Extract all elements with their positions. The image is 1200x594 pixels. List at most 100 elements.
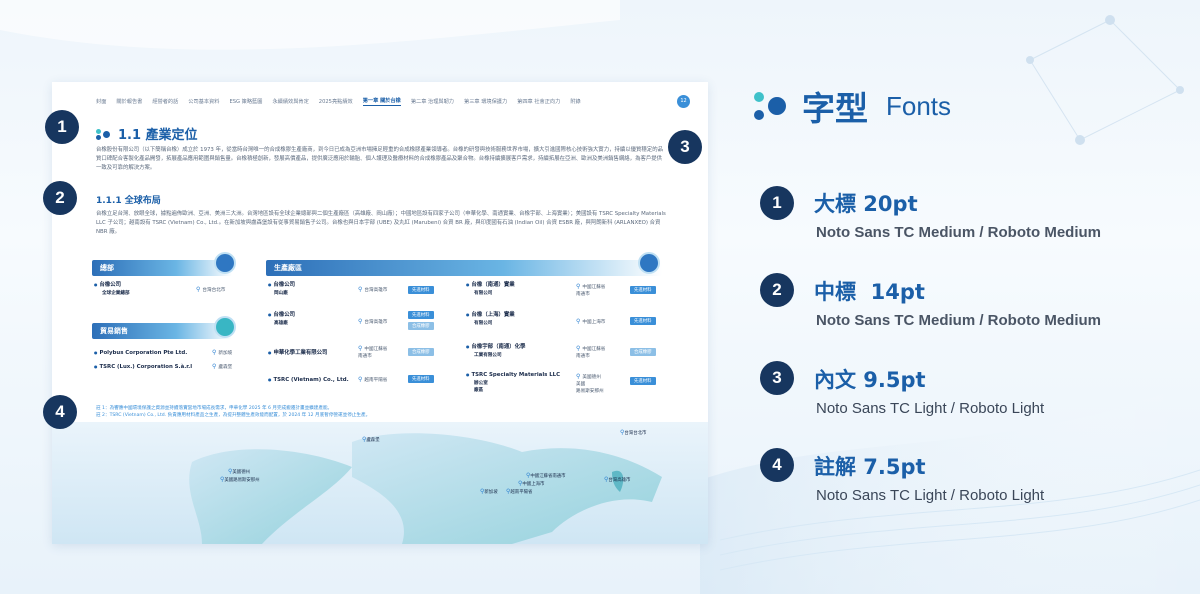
tag-badge: 先進材料 xyxy=(408,311,434,319)
pin-icon: ⚲ xyxy=(576,345,581,352)
nav-item[interactable]: 永續績效與肯定 xyxy=(272,98,308,105)
section-dots-icon xyxy=(96,128,112,140)
plant-location-text: 台灣高雄市 xyxy=(364,320,388,325)
brand-dots-icon xyxy=(754,90,790,122)
plant-location-text: 中國江蘇省 南通市 xyxy=(358,347,388,359)
plant-name-sub: 岡山廠 xyxy=(274,291,288,296)
tag-badge: 合成橡膠 xyxy=(630,348,656,356)
plant-name-sub: 有限公司 xyxy=(474,321,493,326)
heading-english: Fonts xyxy=(886,90,952,121)
plant-location: ⚲ 台灣高雄市 xyxy=(358,318,387,326)
tag-badge: 先進材料 xyxy=(630,286,656,294)
plant-location: ⚲ 中國上海市 xyxy=(576,318,605,326)
pin-icon: ⚲ xyxy=(576,318,581,325)
plant-location-text: 中國江蘇省 南通市 xyxy=(576,285,606,297)
marker-2: 2 xyxy=(43,181,77,215)
tag-badge: 合成橡膠 xyxy=(408,348,434,356)
pin-icon: ⚲ xyxy=(212,363,217,370)
tag-badge: 合成橡膠 xyxy=(408,322,434,330)
world-map xyxy=(52,422,708,544)
plant-location-text: 台灣高雄市 xyxy=(364,288,388,293)
marker-3: 3 xyxy=(668,130,702,164)
plant-name-sub: 有限公司 xyxy=(474,291,493,296)
tag-badge: 先進材料 xyxy=(630,317,656,325)
plant-name: 台橡公司 xyxy=(268,281,296,289)
map-pin: ⚲越南平陽省 xyxy=(506,488,533,495)
report-page-preview: 封面 關於報告書 經營者的話 公司基本資料 ESG 策略藍圖 永續績效與肯定 2… xyxy=(52,82,708,544)
map-pin: ⚲中國江蘇省南通市 xyxy=(526,472,566,479)
nav-item[interactable]: 封面 xyxy=(96,98,106,105)
legend-title: 大標 20pt xyxy=(814,192,918,216)
handshake-icon xyxy=(214,316,236,338)
hq-location: ⚲ 台灣台北市 xyxy=(196,286,225,294)
nav-item[interactable]: 第三章 環境保護力 xyxy=(464,98,507,105)
section-title-text: 1.1 產業定位 xyxy=(118,128,198,143)
marker-4: 4 xyxy=(43,395,77,429)
plant-location-text: 中國江蘇省 南通市 xyxy=(576,347,606,359)
nav-item[interactable]: 關於報告書 xyxy=(116,98,142,105)
global-paragraph: 台橡立足台灣、放眼全球，據點遍佈歐洲、亞洲、美洲三大洲。台灣地區設有全球企業總部… xyxy=(96,211,666,235)
trade-location-text: 新加坡 xyxy=(218,351,233,356)
nav-item[interactable]: 第二章 治理與韌力 xyxy=(411,98,454,105)
footnote: 註 2：TSRC (Vietnam) Co., Ltd. 負責應用材料產品之生產… xyxy=(96,413,371,418)
plant-name: TSRC Specialty Materials LLC xyxy=(466,371,561,379)
plant-location: ⚲ 中國江蘇省 南通市 xyxy=(576,345,605,360)
nav-item[interactable]: ESG 策略藍圖 xyxy=(229,98,262,105)
hq-company-sub: 全球企業總部 xyxy=(102,291,130,296)
legend-font: Noto Sans TC Medium / Roboto Medium xyxy=(816,224,1101,241)
fonts-heading: 字型 Fonts xyxy=(754,82,951,130)
nav-item-active[interactable]: 第一章 關於台橡 xyxy=(362,97,401,106)
hq-company: 台橡公司 xyxy=(94,281,122,289)
hq-panel-header: 總部 xyxy=(92,260,232,276)
legend-font: Noto Sans TC Light / Roboto Light xyxy=(816,487,1045,504)
plant-name: TSRC (Vietnam) Co., Ltd. xyxy=(268,376,349,384)
marker-1: 1 xyxy=(45,110,79,144)
trade-item: TSRC (Lux.) Corporation S.à.r.l xyxy=(94,363,193,371)
plant-location: ⚲ 越南平陽省 xyxy=(358,376,387,384)
hq-location-text: 台灣台北市 xyxy=(202,288,226,293)
plant-name: 台橡公司 xyxy=(268,311,296,319)
plant-location: ⚲ 中國江蘇省 南通市 xyxy=(358,345,387,360)
legend-title: 內文 9.5pt xyxy=(814,368,926,392)
legend-title: 註解 7.5pt xyxy=(814,455,926,479)
pin-icon: ⚲ xyxy=(212,349,217,356)
intro-paragraph: 台橡股份有限公司（以下簡稱台橡）成立於 1973 年，從當時台灣唯一的合成橡膠生… xyxy=(96,147,663,171)
plant-name-sub: 工業有限公司 xyxy=(474,353,502,358)
plant-location-text: 中國上海市 xyxy=(582,320,606,325)
trade-location-text: 盧森堡 xyxy=(218,365,233,370)
map-pin: ⚲盧森堡 xyxy=(362,436,380,443)
plant-location: ⚲ 美國德州 美國 路易斯安那州 xyxy=(576,373,604,395)
legend-number: 1 xyxy=(760,186,794,220)
nav-item[interactable]: 經營者的話 xyxy=(152,98,178,105)
page-number-badge: 12 xyxy=(677,94,690,108)
nav-item[interactable]: 第四章 社會正向力 xyxy=(517,98,560,105)
pin-icon: ⚲ xyxy=(196,286,201,293)
map-pin: ⚲美國德州 xyxy=(228,468,250,475)
tag-badge: 先進材料 xyxy=(630,377,656,385)
legend-font: Noto Sans TC Medium / Roboto Medium xyxy=(816,312,1101,329)
plant-location-text: 越南平陽省 xyxy=(364,378,388,383)
trade-location: ⚲ 盧森堡 xyxy=(212,363,232,371)
pin-icon: ⚲ xyxy=(358,345,363,352)
plant-name-sub: 辦公室 廠區 xyxy=(474,381,488,393)
plant-name: 申華化學工業有限公司 xyxy=(268,349,328,357)
pin-icon: ⚲ xyxy=(358,376,363,383)
nav-item[interactable]: 2025亮點績效 xyxy=(319,98,353,105)
trade-panel-header: 貿易銷售 xyxy=(92,323,232,339)
report-nav: 封面 關於報告書 經營者的話 公司基本資料 ESG 策略藍圖 永續績效與肯定 2… xyxy=(96,94,690,108)
tag-badge: 先進材料 xyxy=(408,375,434,383)
plant-name: 台橡宇部（南通）化學 xyxy=(466,343,526,351)
plants-panel-header: 生產廠區 xyxy=(266,260,662,276)
pin-icon: ⚲ xyxy=(576,283,581,290)
footnote: 註 1：為響應中國環境保護之資源並持續落實當地市場成長需求，申華化學 2025 … xyxy=(96,406,333,411)
tag-badge: 先進材料 xyxy=(408,286,434,294)
nav-item[interactable]: 公司基本資料 xyxy=(188,98,219,105)
map-pin: ⚲台灣台北市 xyxy=(620,429,647,436)
nav-item[interactable]: 附錄 xyxy=(570,98,580,105)
legend-number: 3 xyxy=(760,361,794,395)
factory-icon xyxy=(638,252,660,274)
legend-number: 4 xyxy=(760,448,794,482)
legend-title: 中標 14pt xyxy=(814,280,925,304)
section-title: 1.1 產業定位 xyxy=(96,124,198,143)
pin-icon: ⚲ xyxy=(358,286,363,293)
